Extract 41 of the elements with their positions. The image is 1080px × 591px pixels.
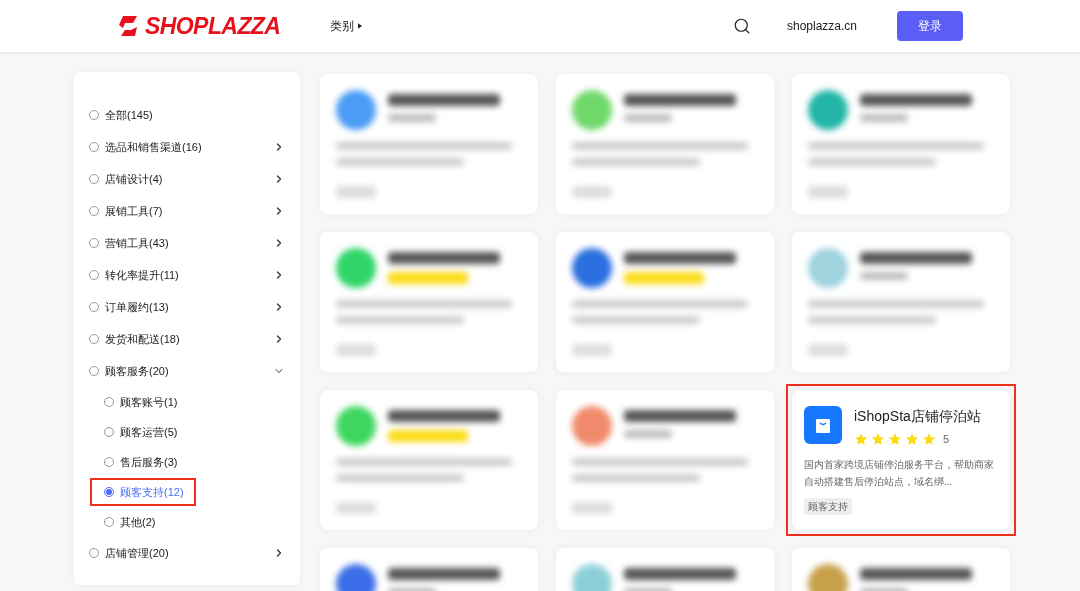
category-label[interactable]: 发货和配送(18) <box>105 330 180 348</box>
star-icon <box>854 432 868 447</box>
category-label[interactable]: 订单履约(13) <box>105 298 169 316</box>
category-tag[interactable]: 顾客支持 <box>804 497 852 515</box>
category-label[interactable]: 选品和销售渠道(16) <box>105 138 202 156</box>
blurred-app-card[interactable] <box>320 74 538 214</box>
blurred-app-card[interactable] <box>320 232 538 372</box>
blurred-app-card[interactable] <box>792 74 1010 214</box>
blurred-app-card[interactable] <box>792 232 1010 372</box>
search-icon[interactable] <box>732 17 751 35</box>
category-label[interactable]: 展销工具(7) <box>105 202 163 220</box>
subcategory-label[interactable]: 顾客运营(5) <box>120 423 178 441</box>
shopping-bag-icon <box>804 406 842 444</box>
subcategory-label[interactable]: 顾客账号(1) <box>120 393 178 411</box>
app-name: iShopSta店铺停泊站 <box>854 407 981 426</box>
category-label[interactable]: 店铺设计(4) <box>105 170 163 188</box>
radio-button[interactable] <box>104 487 114 497</box>
login-button[interactable]: 登录 <box>897 11 963 41</box>
category-label[interactable]: 全部(145) <box>105 106 153 124</box>
blurred-app-card[interactable] <box>556 232 774 372</box>
category-label[interactable]: 转化率提升(11) <box>105 266 179 284</box>
blurred-app-card[interactable] <box>556 390 774 530</box>
rating-count: 5 <box>943 432 950 447</box>
star-icon <box>871 432 885 447</box>
category-menu[interactable]: 类别 <box>330 17 362 35</box>
blurred-app-card[interactable] <box>320 390 538 530</box>
blurred-app-card[interactable] <box>556 74 774 214</box>
app-description: 国内首家跨境店铺停泊服务平台，帮助商家自动搭建售后停泊站点，域名绑... <box>804 457 995 489</box>
domain-link[interactable]: shoplazza.cn <box>786 17 857 35</box>
category-label[interactable]: 顾客服务(20) <box>105 362 169 380</box>
star-icon <box>905 432 919 447</box>
logo-text[interactable]: SHOPLAZZA <box>145 8 281 44</box>
subcategory-label[interactable]: 顾客支持(12) <box>120 483 184 501</box>
app-card[interactable]: iShopSta店铺停泊站 5 国内首家跨境店铺停泊服务平台，帮助商家自动搭建售后停泊站点，域名绑... 顾客支持 <box>792 390 1010 530</box>
star-icon <box>922 432 936 447</box>
category-label[interactable]: 店铺管理(20) <box>105 544 169 562</box>
star-icon <box>888 432 902 447</box>
subcategory-label[interactable]: 其他(2) <box>120 513 156 531</box>
caret-icon <box>358 23 362 29</box>
category-label[interactable]: 营销工具(43) <box>105 234 169 252</box>
subcategory-label[interactable]: 售后服务(3) <box>120 453 178 471</box>
